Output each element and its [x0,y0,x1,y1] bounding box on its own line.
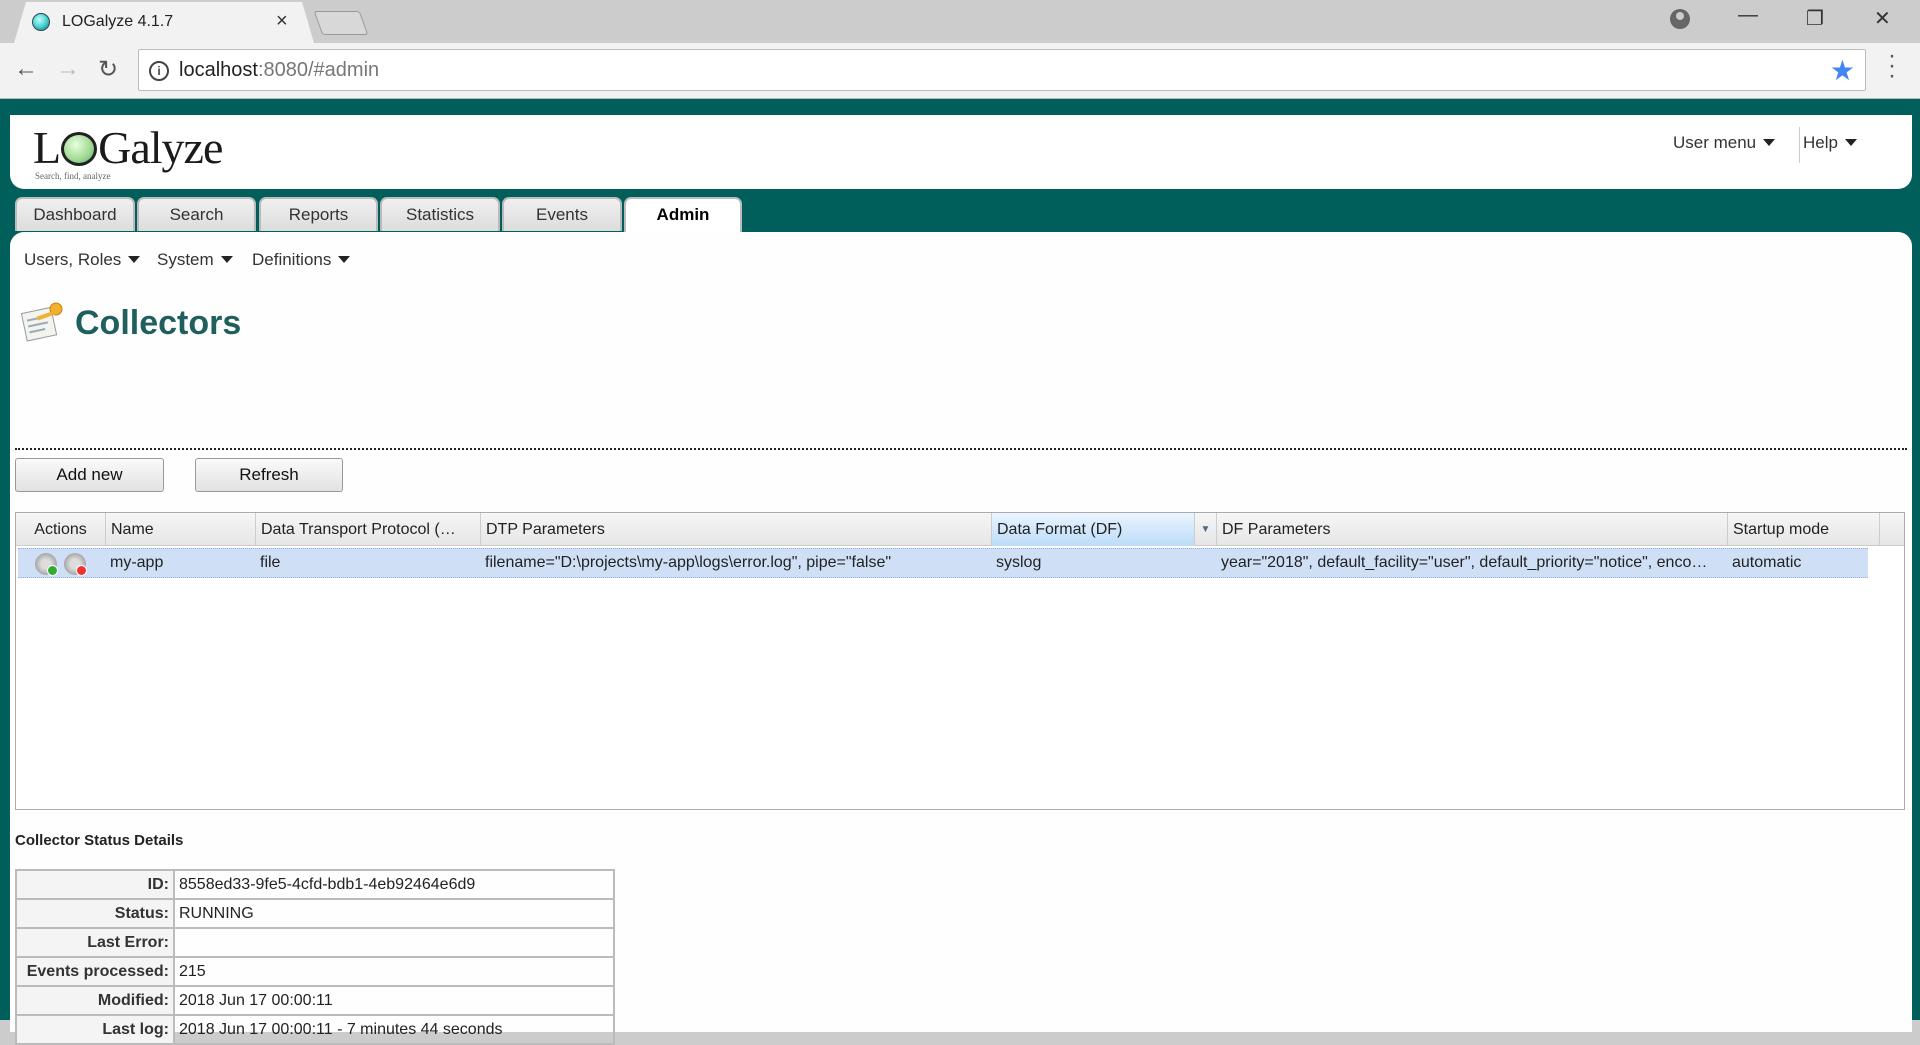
add-new-button[interactable]: Add new [15,458,164,492]
column-header-actions[interactable]: Actions [16,513,106,546]
page-title: Collectors [75,304,242,342]
restore-icon[interactable]: ❐ [1806,6,1824,31]
logo-magnifier-icon [61,132,98,166]
column-header-dtp[interactable]: Data Transport Protocol (… [256,513,481,546]
cell-data-format: syslog [996,554,1042,571]
cell-df-params: year="2018", default_facility="user", de… [1221,554,1708,571]
status-label: Last log: [15,1014,175,1045]
browser-toolbar: ← → ↻ i localhost:8080/#admin ★ · · · [0,43,1920,99]
admin-content: Users, Roles System Definitions Collecto… [10,232,1912,1045]
status-row-last-error: Last Error: [15,927,615,958]
column-header-df-params[interactable]: DF Parameters [1217,513,1728,546]
logo-tagline: Search, find, analyze [35,171,111,181]
forward-arrow-icon[interactable]: → [56,55,80,83]
tab-close-icon[interactable]: × [276,10,288,33]
submenu-definitions[interactable]: Definitions [252,250,351,270]
status-value: 2018 Jun 17 00:00:11 [173,985,615,1016]
refresh-button[interactable]: Refresh [195,458,343,492]
column-header-data-format[interactable]: Data Format (DF) [992,513,1195,546]
app-page: L Galyze Search, find, analyze User menu … [0,99,1920,1045]
status-label: Last Error: [15,927,175,958]
tab-reports[interactable]: Reports [259,197,378,231]
tab-dashboard[interactable]: Dashboard [15,197,135,231]
logo-text-l: L [33,122,61,173]
caret-down-icon [338,256,351,263]
browser-tab[interactable]: LOGalyze 4.1.7 × [14,2,314,43]
status-value: 8558ed33-9fe5-4cfd-bdb1-4eb92464e6d9 [173,869,615,900]
status-row-modified: Modified: 2018 Jun 17 00:00:11 [15,985,615,1016]
column-header-dtp-params[interactable]: DTP Parameters [481,513,992,546]
start-badge-icon [47,565,58,576]
reload-icon[interactable]: ↻ [98,55,118,84]
user-menu[interactable]: User menu [1673,133,1776,153]
minimize-icon[interactable]: — [1738,4,1758,27]
status-details-table: ID: 8558ed33-9fe5-4cfd-bdb1-4eb92464e6d9 … [15,869,615,1045]
status-value [173,927,615,958]
status-label: Status: [15,898,175,929]
url-path: :8080/#admin [257,59,380,81]
column-header-filler [1880,513,1904,546]
cell-dtp-params: filename="D:\projects\my-app\logs\error.… [485,554,892,571]
profile-icon[interactable] [1670,9,1690,29]
table-row[interactable]: my-app file filename="D:\projects\my-app… [18,548,1868,578]
user-menu-label: User menu [1673,133,1757,152]
tab-admin[interactable]: Admin [624,197,742,233]
caret-down-icon [1763,139,1776,146]
cell-dtp: file [260,554,281,571]
favicon-icon [32,13,50,31]
close-icon[interactable]: ✕ [1874,6,1891,31]
status-row-status: Status: RUNNING [15,898,615,929]
status-label: ID: [15,869,175,900]
status-label: Modified: [15,985,175,1016]
row-actions [18,549,106,577]
sort-descending-icon[interactable]: ▼ [1195,513,1217,546]
column-header-name[interactable]: Name [106,513,256,546]
app-header: L Galyze Search, find, analyze User menu … [10,115,1912,189]
submenu-users-roles[interactable]: Users, Roles [24,250,141,270]
status-row-last-log: Last log: 2018 Jun 17 00:00:11 - 7 minute… [15,1014,615,1045]
submenu-label: System [157,250,214,269]
logo-text-rest: Galyze [98,122,223,173]
help-menu[interactable]: Help [1803,133,1857,153]
status-row-events-processed: Events processed: 215 [15,956,615,987]
status-value: RUNNING [173,898,615,929]
help-menu-label: Help [1803,133,1838,152]
status-value: 2018 Jun 17 00:00:11 - 7 minutes 44 seco… [173,1014,615,1045]
bookmark-star-icon[interactable]: ★ [1830,54,1855,87]
header-divider [1799,127,1800,163]
status-value: 215 [173,956,615,987]
url-text[interactable]: localhost:8080/#admin [179,59,379,82]
cell-name: my-app [110,554,164,571]
status-details-title: Collector Status Details [15,832,184,849]
tab-events[interactable]: Events [502,197,622,231]
submenu-label: Definitions [252,250,332,269]
submenu-label: Users, Roles [24,250,122,269]
collector-key-icon [20,302,63,342]
url-host: localhost [179,59,258,81]
tab-title: LOGalyze 4.1.7 [62,13,174,30]
collectors-grid: Actions Name Data Transport Protocol (… … [15,512,1905,810]
caret-down-icon [220,256,233,263]
grid-header: Actions Name Data Transport Protocol (… … [16,513,1904,546]
status-label: Events processed: [15,956,175,987]
back-arrow-icon[interactable]: ← [14,55,38,83]
caret-down-icon [128,256,141,263]
browser-titlebar: LOGalyze 4.1.7 × — ❐ ✕ [0,0,1920,43]
title-divider [15,448,1907,450]
start-collector-icon[interactable] [35,553,58,576]
address-bar[interactable]: i localhost:8080/#admin ★ [138,49,1866,91]
logo[interactable]: L Galyze Search, find, analyze [33,121,223,181]
cell-startup-mode: automatic [1732,554,1802,571]
caret-down-icon [1844,139,1857,146]
new-tab-button[interactable] [313,11,369,35]
stop-collector-icon[interactable] [64,553,87,576]
stop-badge-icon [76,565,87,576]
column-header-startup-mode[interactable]: Startup mode [1728,513,1880,546]
info-icon[interactable]: i [149,61,169,81]
status-row-id: ID: 8558ed33-9fe5-4cfd-bdb1-4eb92464e6d9 [15,869,615,900]
submenu-system[interactable]: System [157,250,233,270]
tab-search[interactable]: Search [137,197,256,231]
tab-statistics[interactable]: Statistics [380,197,500,231]
kebab-menu-icon[interactable]: · · · [1886,44,1898,88]
